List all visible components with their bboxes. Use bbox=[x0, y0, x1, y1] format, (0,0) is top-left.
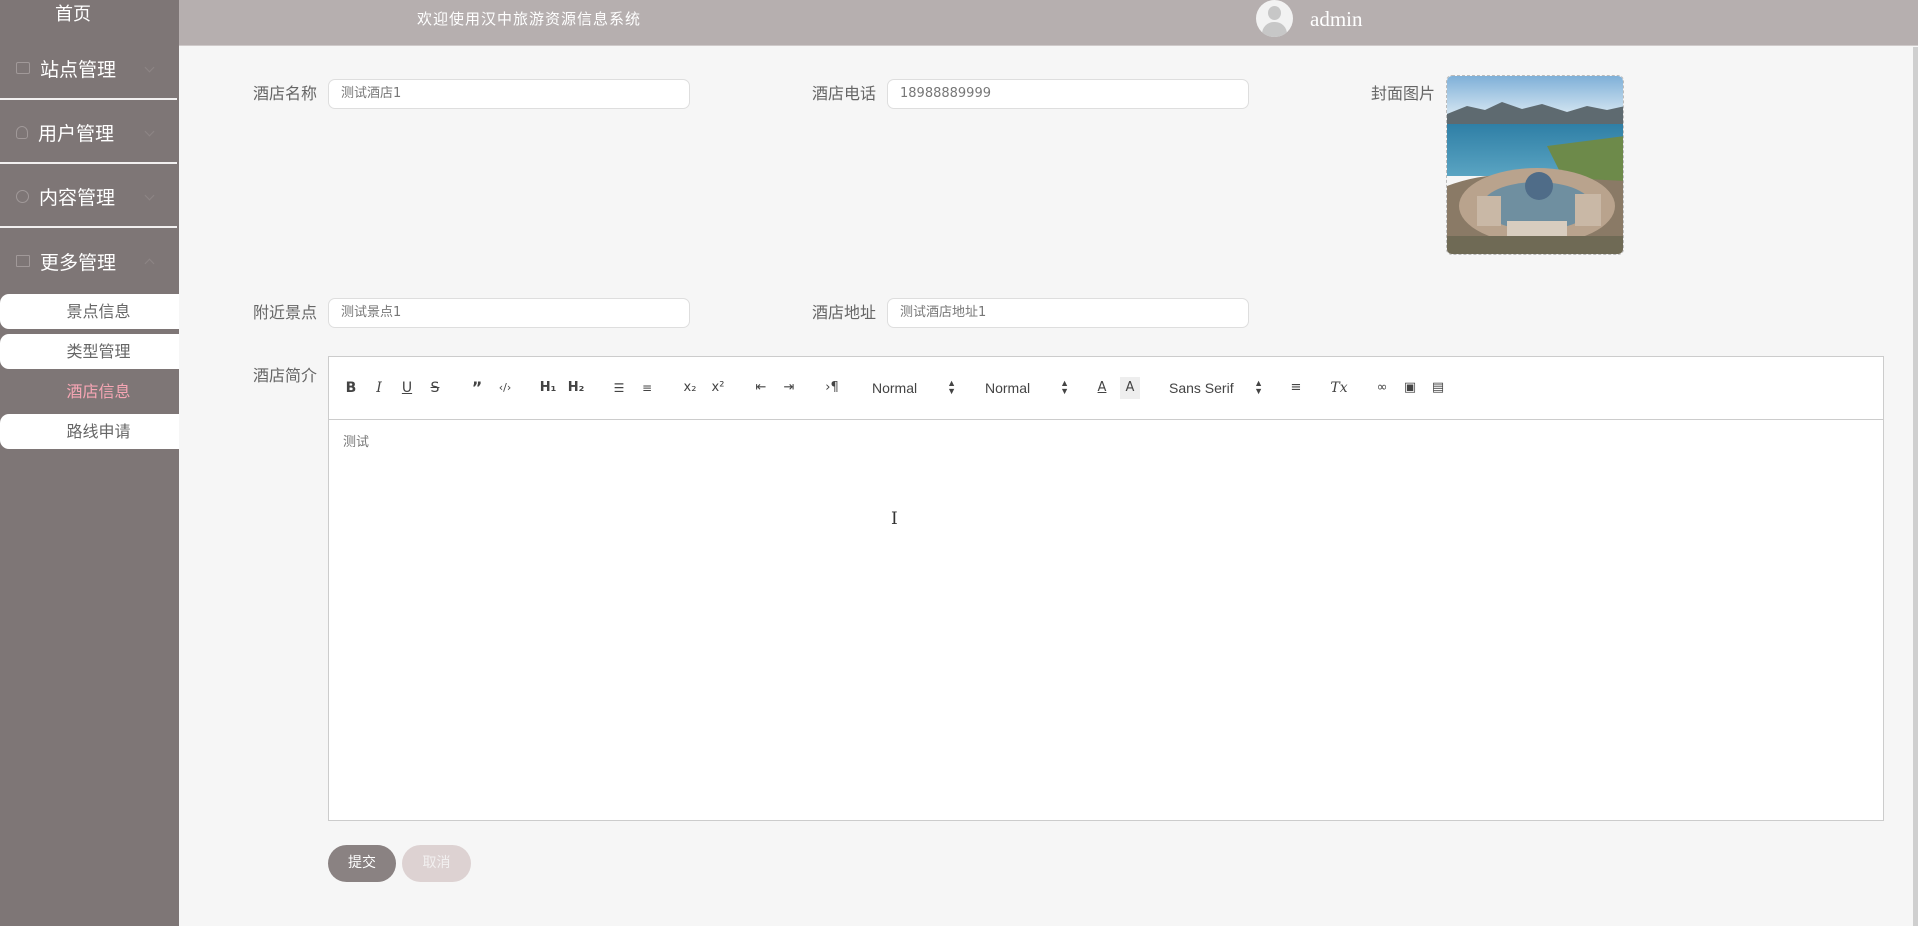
superscript-icon[interactable]: x² bbox=[708, 377, 728, 399]
font-picker[interactable]: Sans Serif ▲ ▼ bbox=[1169, 377, 1263, 399]
text-direction-icon[interactable]: ›¶ bbox=[822, 377, 842, 399]
clear-format-icon[interactable]: Tx bbox=[1329, 377, 1349, 399]
hotel-address-label: 酒店地址 bbox=[811, 303, 876, 322]
link-icon[interactable]: ∞ bbox=[1372, 377, 1392, 399]
sidebar-item-types[interactable]: 类型管理 bbox=[0, 334, 179, 369]
sidebar-group-label: 更多管理 bbox=[40, 251, 117, 274]
image-icon[interactable]: ▣ bbox=[1400, 377, 1420, 399]
hotel-address-input[interactable]: 测试酒店地址1 bbox=[887, 298, 1249, 328]
sidebar: 首页 站点管理 用户管理 内容管理 更多管理 景点信息 类型管理 酒店信息 路线… bbox=[0, 0, 179, 926]
sidebar-group-more-management[interactable]: 更多管理 bbox=[0, 230, 177, 292]
chevron-up-icon bbox=[144, 258, 155, 269]
user-icon bbox=[16, 125, 28, 139]
hotel-phone-input[interactable]: 18988889999 bbox=[887, 79, 1249, 109]
chat-icon bbox=[16, 189, 29, 203]
avatar-icon[interactable] bbox=[1256, 0, 1293, 37]
cancel-button[interactable]: 取消 bbox=[402, 845, 471, 882]
nearby-attractions-label: 附近景点 bbox=[252, 303, 317, 322]
underline-icon[interactable]: U bbox=[397, 377, 417, 399]
cover-image-upload[interactable] bbox=[1446, 75, 1624, 255]
sidebar-item-attractions[interactable]: 景点信息 bbox=[0, 294, 179, 329]
blockquote-icon[interactable]: ” bbox=[467, 377, 487, 399]
hotel-name-label: 酒店名称 bbox=[252, 84, 317, 103]
strike-icon[interactable]: S bbox=[425, 377, 445, 399]
hotel-name-input[interactable]: 测试酒店1 bbox=[328, 79, 690, 109]
submit-button[interactable]: 提交 bbox=[328, 845, 396, 882]
bullet-list-icon[interactable]: ≡ bbox=[637, 377, 657, 399]
size-picker[interactable]: Normal ▲ ▼ bbox=[985, 377, 1069, 399]
sidebar-group-site-management[interactable]: 站点管理 bbox=[0, 38, 177, 100]
indent-increase-icon[interactable]: ⇥ bbox=[779, 377, 799, 399]
header-picker[interactable]: Normal ▲ ▼ bbox=[872, 377, 956, 399]
header-1-icon[interactable]: H₁ bbox=[538, 377, 558, 399]
indent-decrease-icon[interactable]: ⇤ bbox=[751, 377, 771, 399]
nearby-attractions-input[interactable]: 测试景点1 bbox=[328, 298, 690, 328]
align-icon[interactable]: ≡ bbox=[1286, 377, 1306, 399]
header-2-icon[interactable]: H₂ bbox=[566, 377, 586, 399]
top-header: 欢迎使用汉中旅游资源信息系统 admin bbox=[179, 0, 1918, 46]
picker-arrow-icon: ▲ ▼ bbox=[1060, 378, 1069, 396]
text-color-icon[interactable]: A bbox=[1092, 377, 1112, 399]
chevron-down-icon bbox=[144, 62, 155, 73]
copy-icon bbox=[16, 255, 30, 267]
code-block-icon[interactable]: ‹/› bbox=[495, 377, 515, 399]
sidebar-group-user-management[interactable]: 用户管理 bbox=[0, 102, 177, 164]
sidebar-group-label: 站点管理 bbox=[40, 58, 117, 81]
chevron-down-icon bbox=[144, 190, 155, 201]
picker-arrow-icon: ▲ ▼ bbox=[947, 378, 956, 396]
cover-image bbox=[1447, 76, 1623, 254]
chevron-down-icon bbox=[144, 126, 155, 137]
hotel-phone-label: 酒店电话 bbox=[811, 84, 876, 103]
cover-image-label: 封面图片 bbox=[1370, 84, 1435, 103]
video-icon[interactable]: ▤ bbox=[1428, 377, 1448, 399]
sidebar-home[interactable]: 首页 bbox=[0, 0, 179, 33]
ordered-list-icon[interactable]: ☰ bbox=[609, 377, 629, 399]
background-color-icon[interactable]: A bbox=[1120, 377, 1140, 399]
sidebar-group-content-management[interactable]: 内容管理 bbox=[0, 166, 177, 228]
monitor-icon bbox=[16, 62, 30, 74]
welcome-text: 欢迎使用汉中旅游资源信息系统 bbox=[417, 10, 642, 28]
subscript-icon[interactable]: x₂ bbox=[680, 377, 700, 399]
picker-arrow-icon: ▲ ▼ bbox=[1254, 378, 1263, 396]
scrollbar[interactable] bbox=[1913, 47, 1918, 926]
editor-content[interactable]: 测试 bbox=[343, 431, 369, 450]
sidebar-item-hotels[interactable]: 酒店信息 bbox=[0, 374, 179, 409]
hotel-intro-label: 酒店简介 bbox=[252, 366, 317, 385]
bold-icon[interactable]: B bbox=[341, 377, 361, 399]
italic-icon[interactable]: I bbox=[369, 377, 389, 399]
sidebar-item-route-applications[interactable]: 路线申请 bbox=[0, 414, 179, 449]
rich-text-editor: B I U S ” ‹/› H₁ H₂ ☰ ≡ x₂ x² ⇤ ⇥ ›¶ Nor… bbox=[328, 356, 1884, 821]
sidebar-group-label: 用户管理 bbox=[38, 122, 115, 145]
editor-toolbar: B I U S ” ‹/› H₁ H₂ ☰ ≡ x₂ x² ⇤ ⇥ ›¶ Nor… bbox=[329, 357, 1883, 420]
username[interactable]: admin bbox=[1310, 0, 1363, 38]
sidebar-group-label: 内容管理 bbox=[39, 186, 116, 209]
text-cursor-icon: I bbox=[891, 509, 898, 529]
